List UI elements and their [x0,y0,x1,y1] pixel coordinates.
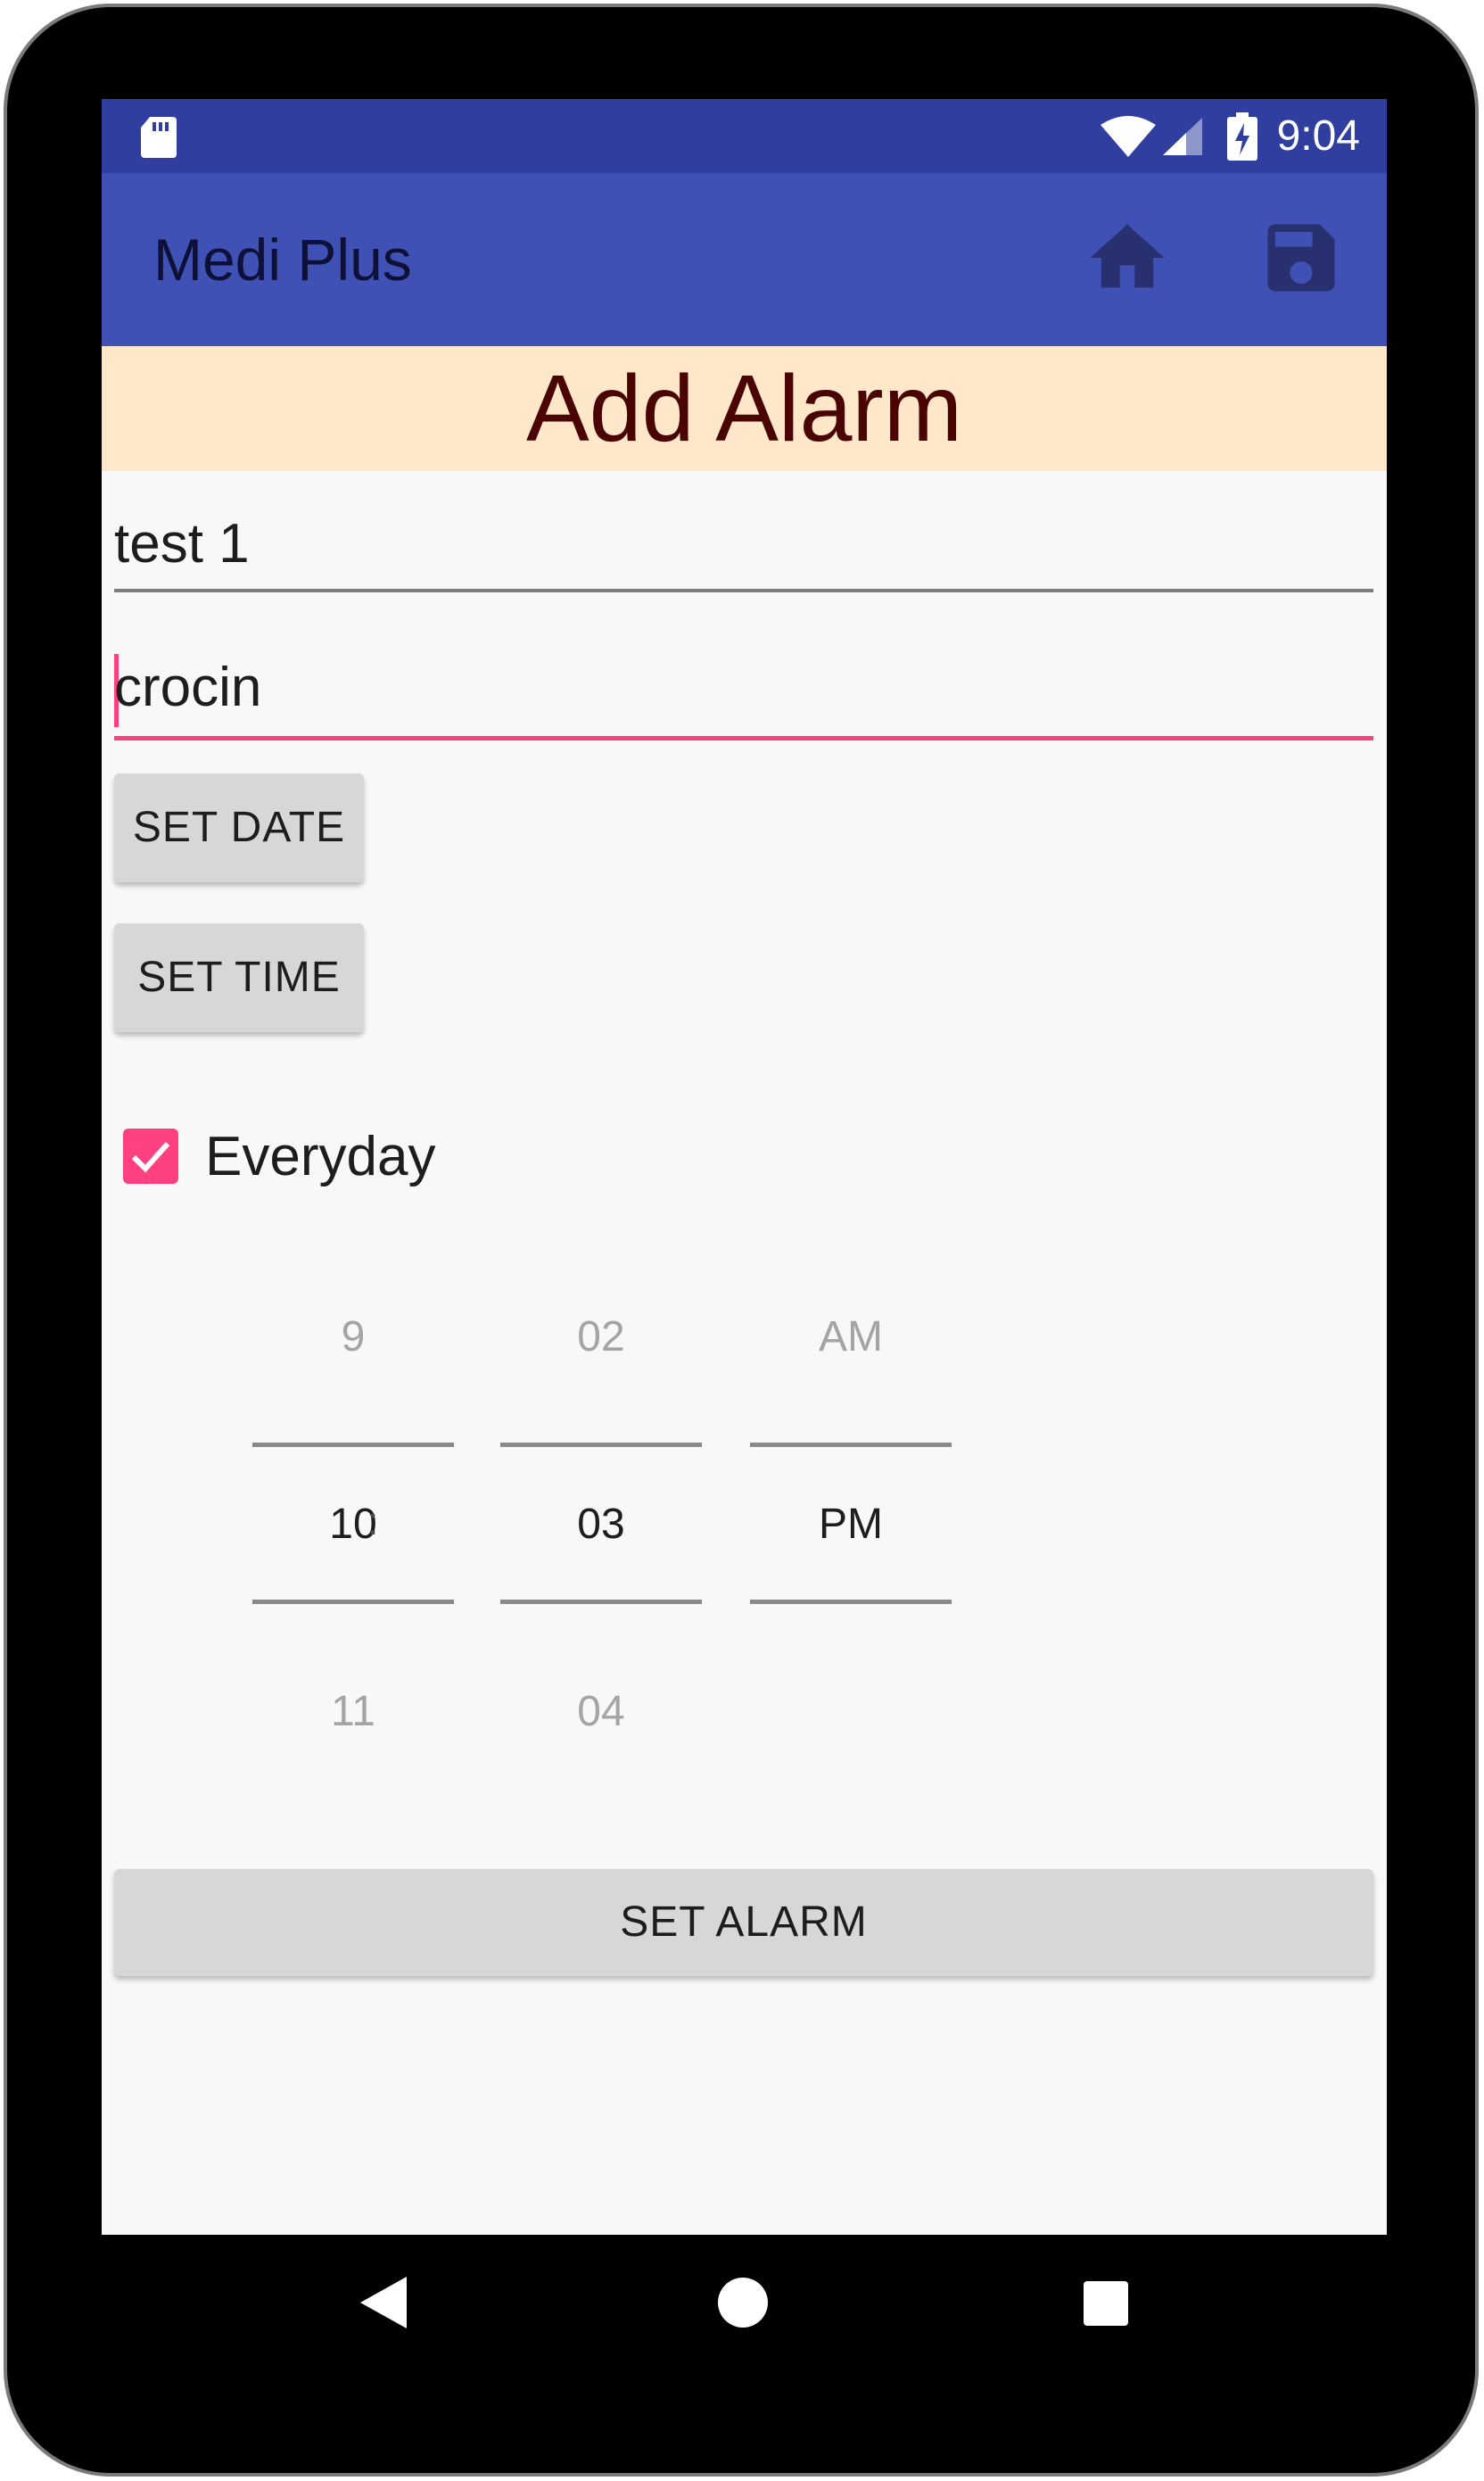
everyday-label: Everyday [205,1125,436,1187]
sd-card-icon [139,115,178,160]
app-bar: Medi Plus [102,173,1387,346]
battery-charging-icon [1226,112,1257,161]
set-date-button[interactable]: SET DATE [114,773,364,882]
app-title: Medi Plus [153,227,412,293]
minute-selected[interactable]: 03 [500,1500,702,1549]
minute-divider-top [500,1443,702,1447]
set-time-button[interactable]: SET TIME [114,923,364,1032]
medicine-name-field[interactable]: crocin [114,640,1373,740]
signal-icon [1161,116,1204,157]
status-bar: 9:04 [102,99,1387,173]
alarm-name-value: test 1 [114,513,250,575]
wifi-icon [1099,114,1158,159]
time-separator: : [367,1500,379,1543]
hour-next[interactable]: 11 [252,1687,454,1736]
ampm-selected[interactable]: PM [750,1500,952,1549]
medicine-name-value: crocin [114,657,262,718]
ampm-prev[interactable]: AM [750,1312,952,1361]
everyday-checkbox[interactable] [123,1129,178,1184]
minute-divider-bottom [500,1600,702,1604]
alarm-name-field[interactable]: test 1 [114,496,1373,592]
ampm-divider-top [750,1443,952,1447]
set-alarm-button[interactable]: SET ALARM [114,1869,1373,1976]
page-title: Add Alarm [525,356,962,461]
page-header: Add Alarm [102,346,1387,471]
time-picker[interactable]: 9 10 11 : 02 03 04 AM PM [102,1294,952,1794]
ampm-divider-bottom [750,1600,952,1604]
hour-divider-bottom [252,1600,454,1604]
hour-divider-top [252,1443,454,1447]
back-icon[interactable] [359,2275,408,2330]
save-icon[interactable] [1257,213,1346,302]
checkmark-icon [131,1142,170,1173]
hour-selected[interactable]: 10 [252,1500,454,1549]
minute-next[interactable]: 04 [500,1687,702,1736]
hour-prev[interactable]: 9 [252,1312,454,1361]
home-icon[interactable] [1083,213,1172,302]
recent-apps-icon[interactable] [1083,2280,1129,2327]
home-circle-icon[interactable] [717,2277,769,2328]
everyday-checkbox-row[interactable]: Everyday [123,1107,435,1205]
status-time: 9:04 [1276,112,1360,160]
screen: 9:04 Medi Plus Add Alarm test 1 crocin S… [102,99,1387,2235]
minute-prev[interactable]: 02 [500,1312,702,1361]
